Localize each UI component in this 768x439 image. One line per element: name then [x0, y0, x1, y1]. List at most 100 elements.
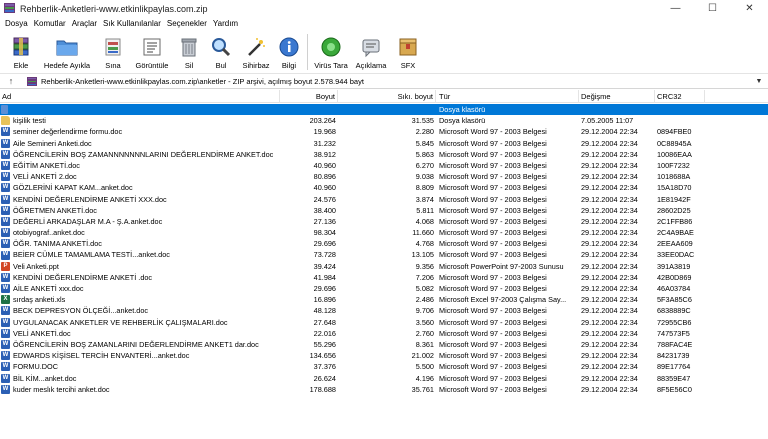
file-name: seminer değerlendirme formu.doc: [13, 127, 123, 137]
cell-type: Microsoft Word 97 - 2003 Belgesi: [439, 317, 547, 327]
cell-crc32: 89E17764: [657, 362, 691, 372]
info-icon: [277, 34, 302, 59]
parent-folder-icon: [1, 105, 8, 115]
cell-type: Dosya klasörü: [439, 105, 486, 114]
cell-size: 22.016: [313, 328, 336, 338]
minimize-button[interactable]: —: [657, 0, 694, 17]
wizard-button[interactable]: Sihirbaz: [238, 31, 274, 72]
file-name: BEİER CÜMLE TAMAMLAMA TESTİ...anket.doc: [13, 250, 170, 260]
path-field[interactable]: Rehberlik-Anketleri-www.etkinlikpaylas.c…: [27, 75, 752, 88]
chevron-down-icon[interactable]: ▼: [752, 78, 766, 85]
word-doc-icon: W: [1, 183, 10, 193]
table-row[interactable]: W ÖĞRENCİLERİN BOŞ ZAMANNNNNNNLARINI DEĞE…: [0, 149, 768, 160]
table-row[interactable]: W Aile Semineri Anketi.doc 31.232 5.845 Micr…: [0, 138, 768, 149]
menu-file[interactable]: Dosya: [2, 19, 31, 28]
column-header-crc[interactable]: CRC32: [655, 90, 705, 103]
find-button[interactable]: Bul: [204, 31, 238, 72]
word-doc-icon: W: [1, 194, 10, 204]
cell-crc32: 1E81942F: [657, 194, 691, 204]
table-row[interactable]: W VELİ ANKETİ 2.doc 80.896 9.038 Microsoft W…: [0, 171, 768, 182]
table-row[interactable]: Wotobiyograf..anket.doc 98.304 11.660 Micro…: [0, 227, 768, 238]
table-row[interactable]: W BİL KİM...anket.doc 26.624 4.196 Microsoft…: [0, 373, 768, 384]
table-row[interactable]: W KENDİNİ DEĞERLENDİRME ANKETİ .doc 41.984…: [0, 272, 768, 283]
cell-packed-size: 35.761: [411, 384, 434, 394]
info-button[interactable]: Bilgi: [274, 31, 304, 72]
maximize-button[interactable]: ☐: [694, 0, 731, 17]
table-row[interactable]: Wseminer değerlendirme formu.doc 19.968 2.…: [0, 126, 768, 137]
cell-type: Microsoft Word 97 - 2003 Belgesi: [439, 149, 547, 159]
table-row[interactable]: W FORMU.DOC 37.376 5.500 Microsoft Word 97 -…: [0, 361, 768, 372]
cell-size: 178.688: [309, 384, 336, 394]
column-header-modified[interactable]: Değişme: [579, 90, 655, 103]
cell-size: 98.304: [313, 228, 336, 238]
cell-size: 134.656: [309, 351, 336, 361]
toolbar: Ekle Hedefe Ayıkla Sına Görüntüle Sil Bu…: [0, 31, 768, 72]
column-header-type[interactable]: Tür: [436, 90, 579, 103]
cell-size: 37.376: [313, 362, 336, 372]
up-arrow-icon[interactable]: ↑: [3, 74, 19, 88]
close-button[interactable]: ✕: [731, 0, 768, 17]
table-row[interactable]: P Veli Anketi.ppt 39.424 9.356 Microsoft Pow…: [0, 261, 768, 272]
cell-name: W UYGULANACAK ANKETLER VE REHBERLİK ÇALIŞ…: [0, 317, 280, 328]
file-name: EDWARDS KİŞİSEL TERCİH ENVANTERİ...anket…: [13, 351, 190, 361]
path-bar: ↑ Rehberlik-Anketleri-www.etkinlikpaylas…: [0, 73, 768, 89]
table-row[interactable]: W ÖĞRETMEN ANKETİ.doc 38.400 5.811 Microsoft…: [0, 205, 768, 216]
column-header-packed[interactable]: Sıkı. boyut: [338, 90, 436, 103]
cell-name: W BEİER CÜMLE TAMAMLAMA TESTİ...anket.doc: [0, 249, 280, 260]
menu-options[interactable]: Seçenekler: [164, 19, 210, 28]
cell-crc32: 88359E47: [657, 373, 691, 383]
table-row[interactable]: W EĞİTİM ANKETİ.doc 40.960 6.270 Microsoft W…: [0, 160, 768, 171]
cell-type: Microsoft Word 97 - 2003 Belgesi: [439, 373, 547, 383]
cell-type: Microsoft Word 97 - 2003 Belgesi: [439, 172, 547, 182]
cell-modified: 29.12.2004 22:34: [581, 160, 638, 170]
word-doc-icon: W: [1, 127, 10, 137]
test-button[interactable]: Sına: [96, 31, 130, 72]
delete-button[interactable]: Sil: [174, 31, 204, 72]
table-row[interactable]: kişilik testi 203.264 31.535 Dosya klasörü 7…: [0, 115, 768, 126]
file-name: Aile Semineri Anketi.doc: [13, 138, 92, 148]
column-header-name[interactable]: Ad: [2, 90, 280, 103]
cell-type: Microsoft Word 97 - 2003 Belgesi: [439, 250, 547, 260]
table-row[interactable]: W VELİ ANKETİ.doc 22.016 2.760 Microsoft Wor…: [0, 328, 768, 339]
table-row[interactable]: W UYGULANACAK ANKETLER VE REHBERLİK ÇALIŞ…: [0, 317, 768, 328]
table-row[interactable]: W ÖĞR. TANIMA ANKETİ.doc 29.696 4.768 Micros…: [0, 238, 768, 249]
cell-crc32: 8F5E56C0: [657, 384, 692, 394]
table-row[interactable]: W ÖĞRENCİLERİN BOŞ ZAMANLARINI DEĞERLENDİ…: [0, 339, 768, 350]
table-row[interactable]: W EDWARDS KİŞİSEL TERCİH ENVANTERİ...anke…: [0, 350, 768, 361]
menu-help[interactable]: Yardım: [210, 19, 241, 28]
virus-scan-button[interactable]: Virüs Tara: [311, 31, 351, 72]
table-row[interactable]: Wkuder meslık tercihi anket.doc 178.688 35…: [0, 384, 768, 395]
extract-to-button[interactable]: Hedefe Ayıkla: [38, 31, 96, 72]
table-row[interactable]: W AİLE ANKETİ xxx.doc 29.696 5.082 Microsoft…: [0, 283, 768, 294]
cell-type: Microsoft Word 97 - 2003 Belgesi: [439, 362, 547, 372]
view-button[interactable]: Görüntüle: [130, 31, 174, 72]
table-row[interactable]: W DEĞERLİ ARKADAŞLAR M.A - Ş.A.anket.doc 2…: [0, 216, 768, 227]
file-name: VELİ ANKETİ 2.doc: [13, 172, 77, 182]
parent-folder-row[interactable]: Dosya klasörü: [0, 104, 768, 116]
table-row[interactable]: W BECK DEPRESYON ÖLÇEĞİ...anket.doc 48.128…: [0, 305, 768, 316]
cell-packed-size: 2.760: [415, 328, 434, 338]
cell-packed-size: 4.196: [415, 373, 434, 383]
cell-name: W BİL KİM...anket.doc: [0, 373, 280, 384]
table-row[interactable]: W KENDİNİ DEĞERLENDİRME ANKETİ XXX.doc 24.…: [0, 194, 768, 205]
comment-button[interactable]: Açıklama: [351, 31, 391, 72]
menu-commands[interactable]: Komutlar: [31, 19, 69, 28]
menu-tools[interactable]: Araçlar: [69, 19, 100, 28]
cell-crc32: 2C4A9BAE: [657, 228, 694, 238]
cell-crc32: 100F7232: [657, 160, 690, 170]
cell-modified: 29.12.2004 22:34: [581, 328, 638, 338]
table-row[interactable]: W BEİER CÜMLE TAMAMLAMA TESTİ...anket.doc…: [0, 249, 768, 260]
add-button[interactable]: Ekle: [4, 31, 38, 72]
word-doc-icon: W: [1, 306, 10, 316]
trash-icon: [177, 34, 202, 59]
cell-packed-size: 5.863: [415, 149, 434, 159]
table-row[interactable]: Xsırdaş anketi.xls 16.896 2.486 Microsoft E…: [0, 294, 768, 305]
cell-packed-size: 3.560: [415, 317, 434, 327]
menu-favorites[interactable]: Sık Kullanılanlar: [100, 19, 164, 28]
cell-packed-size: 5.500: [415, 362, 434, 372]
cell-type: Microsoft Word 97 - 2003 Belgesi: [439, 205, 547, 215]
view-file-icon: [140, 34, 165, 59]
sfx-button[interactable]: SFX: [391, 31, 425, 72]
table-row[interactable]: W GÖZLERİNİ KAPAT KAM...anket.doc 40.960 8.…: [0, 182, 768, 193]
column-header-size[interactable]: Boyut: [280, 90, 338, 103]
